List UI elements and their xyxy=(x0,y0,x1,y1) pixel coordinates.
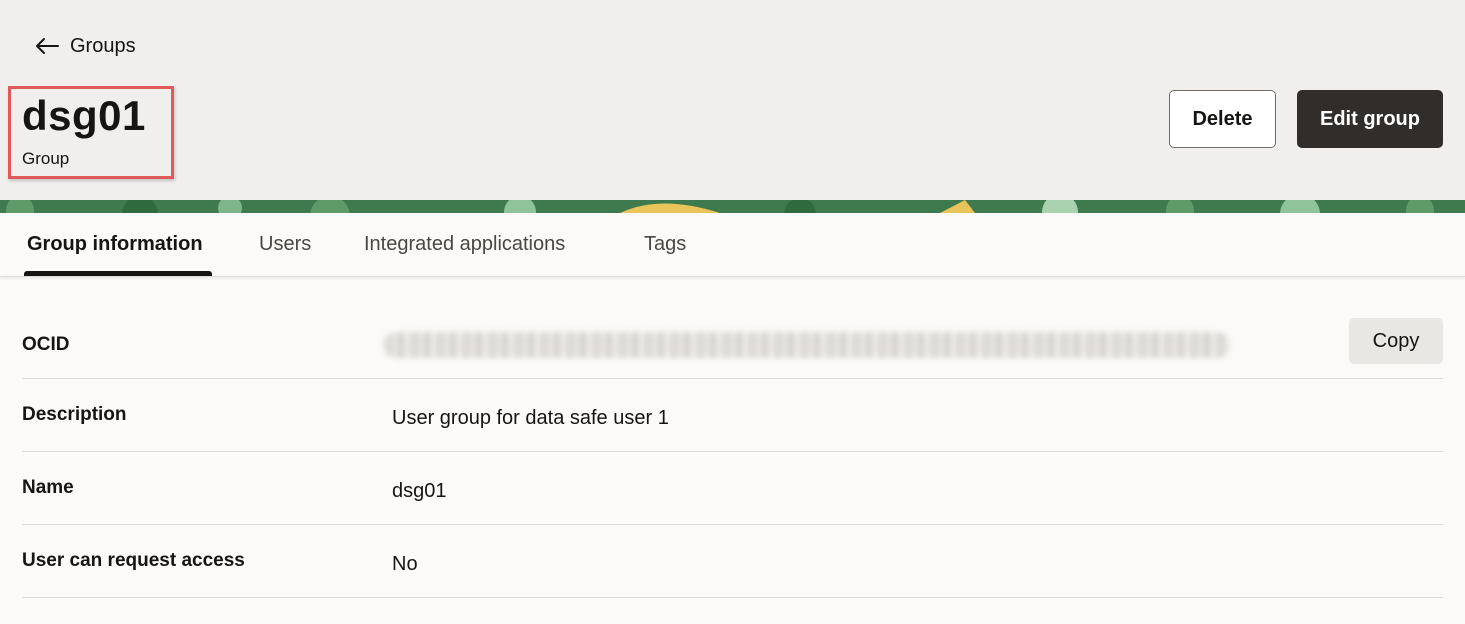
detail-row-name: Name dsg01 xyxy=(22,452,1443,525)
edit-group-button[interactable]: Edit group xyxy=(1297,90,1443,148)
request-access-value: No xyxy=(392,553,418,575)
delete-button[interactable]: Delete xyxy=(1169,90,1276,148)
name-label: Name xyxy=(22,477,74,498)
tab-users[interactable]: Users xyxy=(259,213,311,276)
page-title: dsg01 xyxy=(22,92,146,139)
page-subtitle: Group xyxy=(22,149,70,168)
page-header: Groups dsg01 Group Delete Edit group xyxy=(0,0,1465,200)
detail-row-description: Description User group for data safe use… xyxy=(22,379,1443,452)
tab-group-information[interactable]: Group information xyxy=(27,213,203,276)
back-to-groups-link[interactable]: Groups xyxy=(34,32,136,60)
name-value: dsg01 xyxy=(392,480,447,502)
request-access-label: User can request access xyxy=(22,550,245,571)
arrow-left-icon xyxy=(36,38,59,54)
detail-row-ocid: OCID Copy xyxy=(22,318,1443,379)
decorative-banner xyxy=(0,200,1465,213)
copy-ocid-button[interactable]: Copy xyxy=(1349,318,1443,364)
tab-bar: Group information Users Integrated appli… xyxy=(0,213,1465,277)
back-link-label: Groups xyxy=(70,34,136,57)
tab-integrated-applications[interactable]: Integrated applications xyxy=(364,213,565,276)
description-label: Description xyxy=(22,404,127,425)
active-tab-indicator xyxy=(24,271,212,276)
detail-row-request-access: User can request access No xyxy=(22,525,1443,598)
description-value: User group for data safe user 1 xyxy=(392,407,669,429)
ocid-value-redacted xyxy=(384,332,1230,358)
ocid-label: OCID xyxy=(22,334,70,355)
tab-tags[interactable]: Tags xyxy=(644,213,686,276)
